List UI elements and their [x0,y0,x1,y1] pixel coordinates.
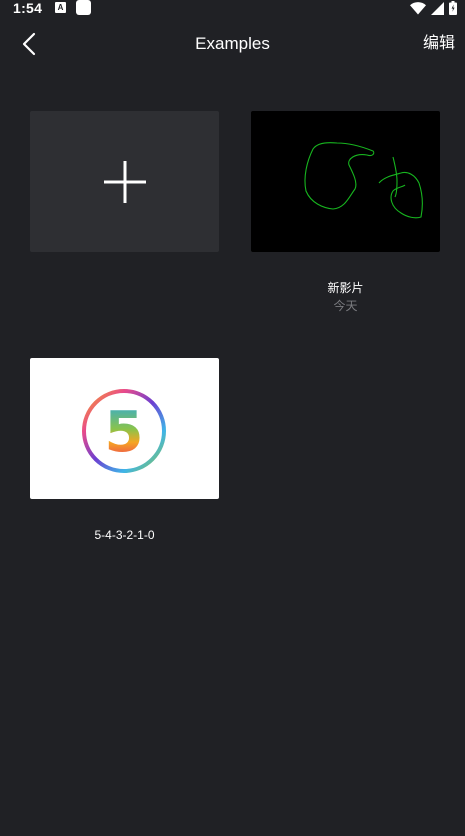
countdown-digit: 5 [105,400,144,465]
countdown-logo: 5 [82,389,166,473]
wifi-icon [410,1,426,14]
project-name: 新影片 [327,281,364,295]
new-project-button[interactable] [30,111,219,252]
page-title: Examples [195,34,270,53]
project-date: 今天 [333,299,358,313]
app-bar: Examples 编辑 [0,26,465,64]
edit-button[interactable]: 编辑 [423,34,455,54]
signal-icon [431,1,444,15]
a-icon: A [55,2,66,13]
status-time: 1:54 [13,0,43,16]
square-icon [76,0,91,15]
project-thumbnail-new-movie[interactable] [251,111,440,252]
status-right-icons [410,0,457,16]
sketch-drawing [304,142,423,219]
status-bar: 1:54 A [0,0,465,18]
project-name: 5-4-3-2-1-0 [94,528,155,542]
battery-icon [449,1,457,15]
plus-icon [104,161,146,203]
project-thumbnail-countdown[interactable]: 5 [30,358,219,499]
